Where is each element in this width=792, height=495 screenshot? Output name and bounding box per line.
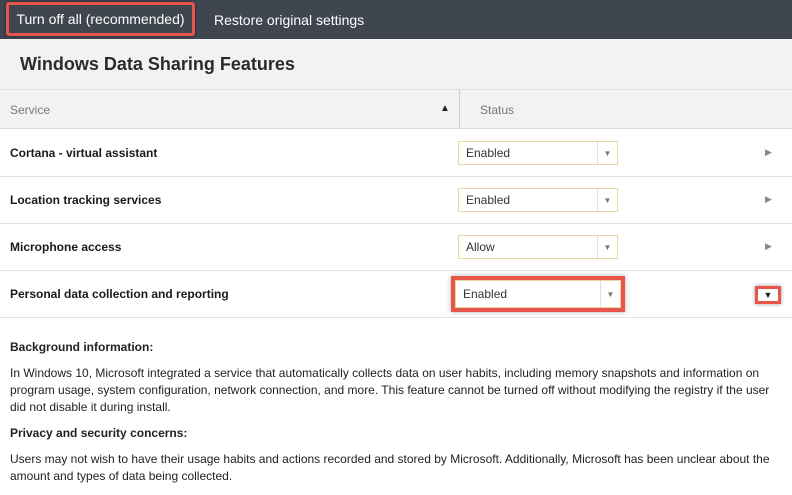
privacy-heading: Privacy and security concerns:	[10, 426, 188, 440]
chevron-down-icon: ▼	[597, 236, 617, 258]
sort-ascending-icon[interactable]: ▲	[440, 103, 450, 114]
chevron-down-icon: ▼	[600, 281, 620, 307]
column-divider[interactable]	[459, 90, 460, 129]
chevron-right-icon[interactable]: ▶	[765, 147, 772, 158]
column-service[interactable]: Service	[10, 103, 50, 117]
column-status[interactable]: Status	[480, 103, 514, 117]
column-header: Service ▲ Status	[0, 90, 792, 129]
select-value: Enabled	[466, 193, 511, 207]
page-title: Windows Data Sharing Features	[20, 54, 295, 74]
select-value: Enabled	[463, 287, 508, 301]
table-row: Personal data collection and reporting E…	[0, 271, 792, 318]
table-row: Location tracking services Enabled ▼ ▶	[0, 177, 792, 224]
title-bar: Windows Data Sharing Features	[0, 39, 792, 90]
select-value: Enabled	[466, 146, 511, 160]
chevron-down-icon: ▼	[597, 189, 617, 211]
privacy-text: Users may not wish to have their usage h…	[10, 452, 770, 483]
restore-settings-button[interactable]: Restore original settings	[214, 0, 364, 39]
status-select[interactable]: Enabled ▼	[458, 188, 618, 212]
row-label: Microphone access	[10, 240, 122, 254]
chevron-down-icon: ▼	[597, 142, 617, 164]
turn-off-all-button[interactable]: Turn off all (recommended)	[6, 2, 195, 36]
background-heading: Background information:	[10, 340, 154, 354]
collapse-chevron-down-icon[interactable]: ▼	[755, 286, 781, 304]
status-select[interactable]: Enabled ▼	[455, 280, 621, 308]
select-value: Allow	[466, 240, 495, 254]
status-select[interactable]: Allow ▼	[458, 235, 618, 259]
table-row: Microphone access Allow ▼ ▶	[0, 224, 792, 271]
table-row: Cortana - virtual assistant Enabled ▼ ▶	[0, 130, 792, 177]
row-label: Location tracking services	[10, 193, 162, 207]
chevron-right-icon[interactable]: ▶	[765, 241, 772, 252]
details-panel: Background information: In Windows 10, M…	[10, 339, 782, 485]
background-text: In Windows 10, Microsoft integrated a se…	[10, 366, 770, 414]
row-label: Personal data collection and reporting	[10, 287, 229, 301]
toolbar: Turn off all (recommended) Restore origi…	[0, 0, 792, 39]
status-select[interactable]: Enabled ▼	[458, 141, 618, 165]
row-label: Cortana - virtual assistant	[10, 146, 158, 160]
chevron-right-icon[interactable]: ▶	[765, 194, 772, 205]
